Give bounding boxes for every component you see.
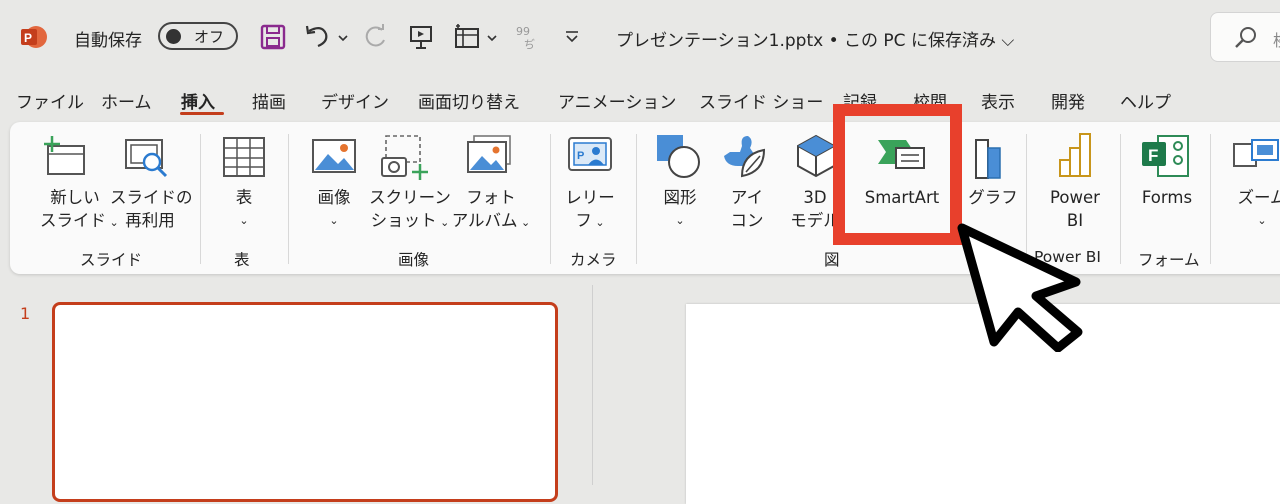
tab-file[interactable]: ファイル [16,88,84,113]
start-from-beginning-icon[interactable] [406,22,436,52]
group-label-camera: カメラ [570,251,617,269]
forms-icon: F [1142,135,1189,177]
group-separator [1210,134,1211,264]
group-separator [1120,134,1121,264]
smartart-highlight-box [833,104,962,245]
mouse-pointer-icon [957,223,1083,352]
zoom-label: ズーム [1237,188,1280,207]
svg-text:ぢ: ぢ [524,37,535,51]
tab-insert[interactable]: 挿入 [181,88,215,113]
icons-label-2: コン [730,211,764,230]
chevron-down-icon: ⌄ [517,216,531,229]
forms-label: Forms [1141,188,1193,207]
reuse-slides-label-1: スライドの [110,188,193,207]
group-label-forms: フォーム [1138,251,1200,269]
icons-icon [724,136,766,178]
table-qa-icon[interactable] [452,22,500,52]
reuse-slides-label-2: 再利用 [125,211,175,230]
chevron-down-icon: ⌄ [591,216,605,229]
svg-text:99: 99 [516,25,530,38]
autosave-toggle[interactable]: オフ [158,22,238,50]
shapes-label: 図形 [663,188,697,207]
group-label-images: 画像 [398,251,430,269]
spelling-icon[interactable]: 99 ぢ [514,22,544,52]
tab-design[interactable]: デザイン [321,88,389,113]
active-tab-indicator [180,112,224,115]
svg-text:F: F [1148,146,1158,165]
screenshot-label-1: スクリーン [369,188,451,207]
redo-icon[interactable] [362,22,390,52]
tab-home[interactable]: ホーム [101,88,152,113]
picture-icon [312,139,356,173]
autosave-label: 自動保存 [74,31,142,51]
screenshot-icon [381,135,428,180]
search-icon [1235,27,1256,48]
toggle-knob [166,29,181,44]
group-separator [200,134,201,264]
chevron-down-icon: ⌄ [239,214,249,227]
svg-text:P: P [24,31,32,45]
save-icon[interactable] [258,22,288,52]
chart-label: グラフ [968,188,1018,207]
table-label: 表 [235,188,253,207]
chart-icon [975,139,1001,179]
group-label-slides: スライド [80,251,143,269]
new-slide-label-2: スライド [40,211,106,230]
tab-developer[interactable]: 開発 [1051,88,1085,113]
slide-number: 1 [20,304,31,323]
search-hint: 検 [1273,27,1280,51]
icons-label-1: アイ [730,188,764,207]
powerbi-label-1: Power [1050,188,1100,207]
document-title[interactable]: プレゼンテーション1.pptx • この PC に保存済み ⌵ [616,26,1014,51]
new-slide-label-1: 新しい [50,188,100,207]
search-box[interactable]: 検 [1210,12,1280,62]
autosave-state: オフ [194,28,225,46]
tab-view[interactable]: 表示 [981,88,1015,113]
group-separator [550,134,551,264]
photo-album-label-1: フォト [466,188,516,207]
title-bar: P 自動保存 オフ 99 ぢ プレゼンテーション1.pptx • この PC に… [0,0,1280,74]
tab-help[interactable]: ヘルプ [1120,88,1171,113]
image-label: 画像 [317,188,351,207]
pane-divider[interactable] [592,285,593,485]
customize-qa-icon[interactable] [562,22,582,52]
zoom-icon [1233,139,1279,167]
chevron-down-icon: ⌄ [675,214,685,227]
tab-animations[interactable]: アニメーション [558,88,676,113]
tab-slideshow[interactable]: スライド ショー [699,88,823,113]
slide-thumbnail[interactable] [52,302,558,502]
new-slide-icon [44,136,85,175]
3d-cube-icon [797,134,835,178]
cameo-icon: P [568,137,612,171]
group-label-illustrations: 図 [824,251,840,269]
powerbi-icon [1059,133,1091,177]
svg-text:P: P [577,150,584,162]
shapes-icon [657,135,700,178]
tab-draw[interactable]: 描画 [252,88,286,113]
screenshot-label-2: ショット [370,211,437,230]
powerpoint-logo-icon: P [21,26,47,48]
chevron-down-icon: ⌄ [329,214,339,227]
group-separator [636,134,637,264]
cameo-label-2: フ [575,211,592,230]
chevron-down-icon: ⌄ [1257,214,1267,227]
photo-album-icon [467,135,511,173]
reuse-slides-icon [125,139,168,178]
tab-transitions[interactable]: 画面切り替え [418,88,520,113]
group-label-tables: 表 [234,251,250,269]
group-separator [288,134,289,264]
photo-album-label-2: アルバム [451,211,518,230]
undo-icon[interactable] [302,22,350,52]
cameo-label-1: レリー [565,188,615,207]
table-icon [223,137,265,177]
